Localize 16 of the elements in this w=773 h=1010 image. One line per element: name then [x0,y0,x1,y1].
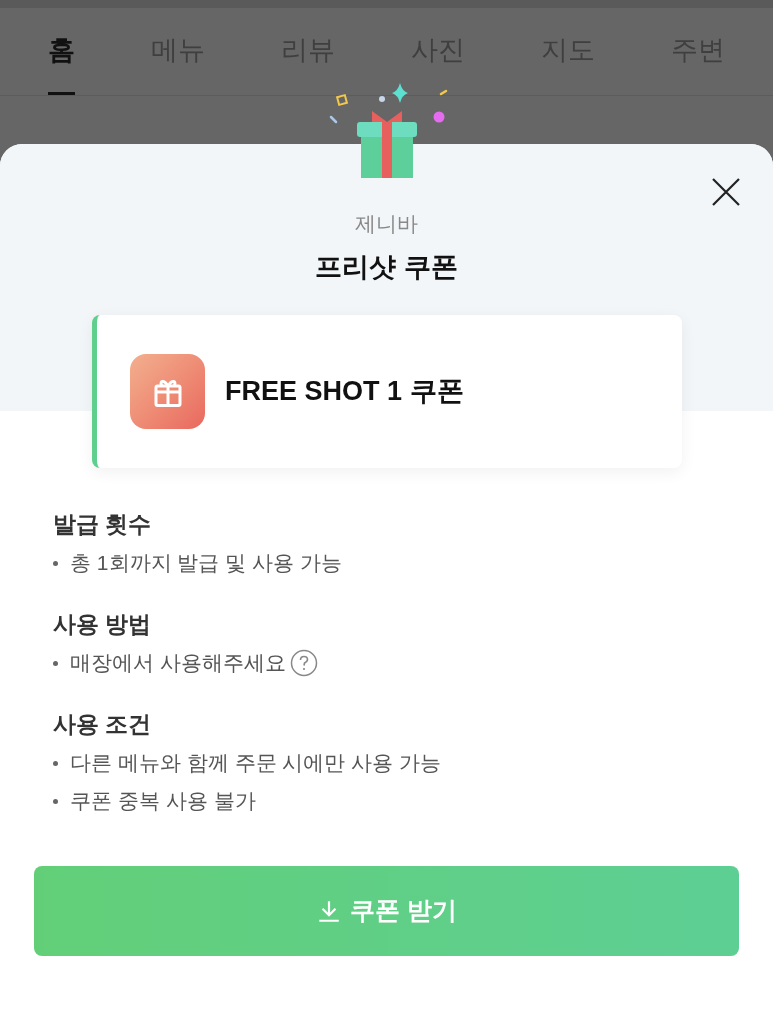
download-icon [316,898,342,924]
section-heading: 사용 조건 [53,710,153,739]
section-heading: 사용 방법 [53,610,153,639]
condition-text: 매장에서 사용해주세요 [70,650,286,676]
close-icon[interactable] [711,177,741,207]
coupon-name: FREE SHOT 1 쿠폰 [225,375,464,409]
condition-text: 총 1회까지 발급 및 사용 가능 [70,550,342,576]
section-heading: 발급 횟수 [53,510,153,539]
condition-text: 다른 메뉴와 함께 주문 시에만 사용 가능 [70,750,441,776]
download-coupon-button[interactable]: 쿠폰 받기 [34,866,739,956]
gift-icon [130,354,205,429]
sheet-title: 프리샷 쿠폰 [315,251,458,284]
tab[interactable]: 홈 [48,8,75,95]
store-name: 제니바 [355,211,418,237]
condition-text: 쿠폰 중복 사용 불가 [70,788,256,814]
help-icon[interactable] [289,649,318,677]
